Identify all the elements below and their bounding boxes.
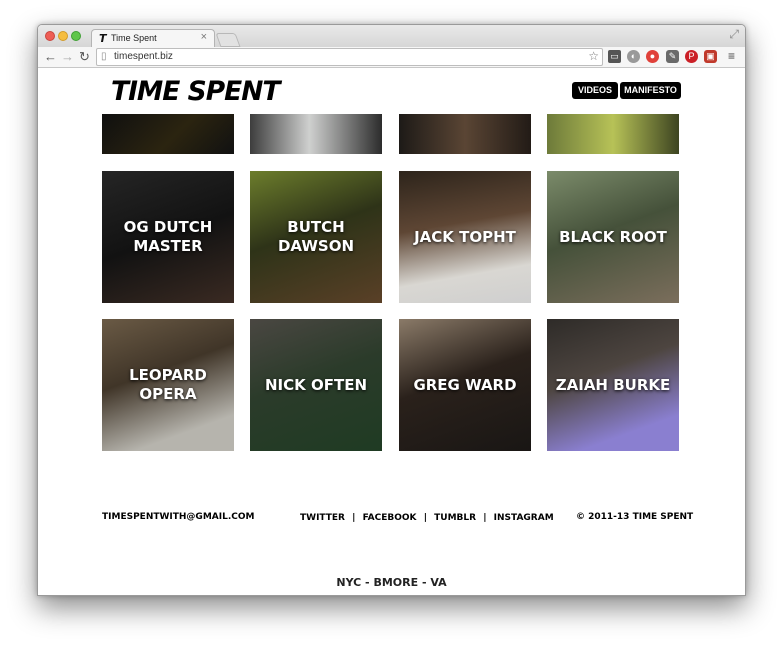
menu-icon[interactable]: ≡: [725, 50, 738, 63]
extension-icon[interactable]: ▣: [704, 50, 717, 63]
tile-label: NICK OFTEN: [264, 375, 368, 394]
tumblr-link[interactable]: TUMBLR: [434, 513, 476, 523]
link-separator: |: [423, 513, 427, 523]
video-tile-black-root[interactable]: BLACK ROOT: [547, 171, 679, 303]
eyedropper-icon[interactable]: ✎: [666, 50, 679, 63]
video-tile-jack-topht[interactable]: JACK TOPHT: [399, 171, 531, 303]
page-icon: ▯: [101, 51, 107, 62]
tile-label: JACK TOPHT: [414, 227, 516, 246]
tile-label: GREG WARD: [413, 375, 517, 394]
video-tile-leopard-opera[interactable]: LEOPARD OPERA: [102, 319, 234, 451]
footer-email-link[interactable]: TIMESPENTWITH@GMAIL.COM: [102, 512, 254, 522]
browser-window: T Time Spent × ⤢ ← → ↻ ▯ timespent.biz ☆…: [37, 24, 746, 596]
tab-strip: T Time Spent × ⤢: [38, 25, 745, 48]
pinterest-icon[interactable]: P: [685, 50, 698, 63]
page-content: TIME SPENT VIDEOS MANIFESTO OG DUTCH MAS…: [38, 68, 745, 595]
video-tile-nick-often[interactable]: NICK OFTEN: [250, 319, 382, 451]
zoom-window-button[interactable]: [71, 31, 81, 41]
footer-copyright: © 2011-13 TIME SPENT: [576, 512, 694, 522]
nav-videos-button[interactable]: VIDEOS: [572, 82, 618, 99]
video-tile[interactable]: [399, 114, 531, 154]
tab-favicon-icon: T: [99, 32, 107, 45]
link-separator: |: [352, 513, 356, 523]
video-tile[interactable]: [547, 114, 679, 154]
nav-manifesto-button[interactable]: MANIFESTO: [620, 82, 681, 99]
browser-toolbar: ← → ↻ ▯ timespent.biz ☆ ▭ ◐ ● ✎ P ▣ ≡: [38, 47, 745, 68]
reload-icon[interactable]: ↻: [79, 47, 90, 67]
extension-icon[interactable]: ▭: [608, 50, 621, 63]
forward-arrow-icon[interactable]: →: [61, 47, 74, 67]
tile-label: LEOPARD OPERA: [129, 366, 207, 403]
url-text[interactable]: timespent.biz: [114, 51, 173, 62]
footer-locations: NYC - BMORE - VA: [336, 576, 447, 589]
tile-label: BUTCH DAWSON: [277, 218, 355, 255]
back-arrow-icon[interactable]: ←: [44, 47, 57, 67]
adblock-icon[interactable]: ●: [646, 50, 659, 63]
tab-title: Time Spent: [111, 33, 157, 43]
twitter-link[interactable]: TWITTER: [300, 513, 345, 523]
browser-tab[interactable]: T Time Spent ×: [91, 29, 215, 48]
close-window-button[interactable]: [45, 31, 55, 41]
video-tile[interactable]: [102, 114, 234, 154]
link-separator: |: [483, 513, 487, 523]
tab-close-icon[interactable]: ×: [201, 31, 207, 43]
video-tile-zaiah-burke[interactable]: ZAIAH BURKE: [547, 319, 679, 451]
footer-social-links: TWITTER | FACEBOOK | TUMBLR | INSTAGRAM: [300, 513, 554, 523]
tile-label: ZAIAH BURKE: [555, 375, 671, 394]
facebook-link[interactable]: FACEBOOK: [363, 513, 417, 523]
video-tile-butch-dawson[interactable]: BUTCH DAWSON: [250, 171, 382, 303]
site-logo[interactable]: TIME SPENT: [111, 76, 280, 107]
extension-icon[interactable]: ◐: [627, 50, 640, 63]
bookmark-star-icon[interactable]: ☆: [588, 49, 599, 63]
address-bar[interactable]: ▯ timespent.biz ☆: [96, 48, 603, 66]
tile-label: BLACK ROOT: [559, 227, 667, 246]
tile-label: OG DUTCH MASTER: [123, 218, 213, 255]
video-tile-og-dutch-master[interactable]: OG DUTCH MASTER: [102, 171, 234, 303]
minimize-window-button[interactable]: [58, 31, 68, 41]
video-tile[interactable]: [250, 114, 382, 154]
new-tab-button[interactable]: [215, 33, 241, 47]
fullscreen-icon[interactable]: ⤢: [729, 27, 739, 42]
instagram-link[interactable]: INSTAGRAM: [494, 513, 554, 523]
video-tile-greg-ward[interactable]: GREG WARD: [399, 319, 531, 451]
